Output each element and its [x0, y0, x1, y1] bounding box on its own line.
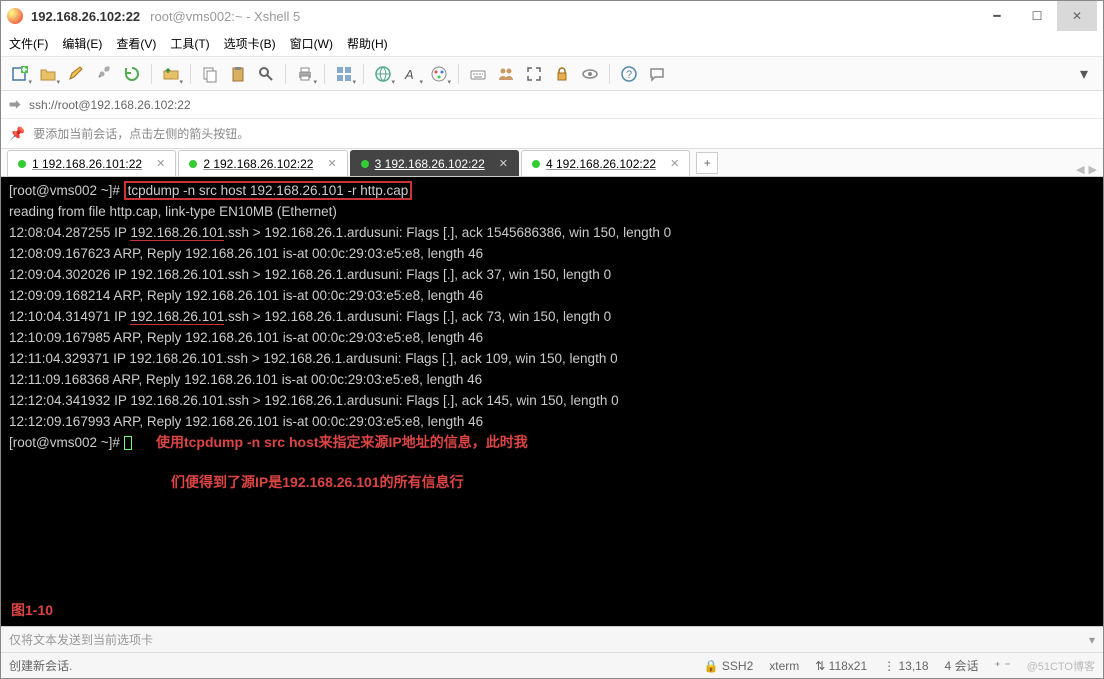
- new-session-button[interactable]: ▾: [7, 61, 33, 87]
- send-bar[interactable]: 仅将文本发送到当前选项卡 ▾: [1, 626, 1103, 652]
- terminal-line: 12:10:09.167985 ARP, Reply 192.168.26.10…: [9, 330, 483, 345]
- annotation-line-2: 们便得到了源IP是192.168.26.101的所有信息行: [171, 474, 464, 490]
- close-tab-icon[interactable]: ✕: [156, 157, 165, 170]
- hint-text: 要添加当前会话，点击左侧的箭头按钮。: [33, 125, 249, 142]
- minimize-button[interactable]: ━: [977, 1, 1017, 31]
- help-button[interactable]: ?: [616, 61, 642, 87]
- terminal-line: 12:11:09.168368 ARP, Reply 192.168.26.10…: [9, 372, 482, 387]
- app-logo-icon: [7, 8, 23, 24]
- cursor-icon: [124, 436, 132, 450]
- tab-label: 4 192.168.26.102:22: [546, 157, 656, 171]
- session-tab-3[interactable]: 3 192.168.26.102:22 ✕: [350, 150, 519, 176]
- annotation-line-1: 使用tcpdump -n src host来指定来源IP地址的信息，此时我: [156, 434, 528, 450]
- send-bar-dropdown-icon[interactable]: ▾: [1089, 633, 1095, 647]
- menu-help[interactable]: 帮助(H): [347, 35, 388, 52]
- status-pos: ⋮ 13,18: [883, 659, 928, 673]
- menu-file[interactable]: 文件(F): [9, 35, 48, 52]
- menu-tab[interactable]: 选项卡(B): [224, 35, 276, 52]
- prompt: [root@vms002 ~]#: [9, 435, 124, 450]
- search-button[interactable]: [253, 61, 279, 87]
- session-tab-2[interactable]: 2 192.168.26.102:22 ✕: [178, 150, 347, 176]
- transfer-button[interactable]: ▾: [158, 61, 184, 87]
- status-dot-icon: [361, 160, 369, 168]
- sessions-button[interactable]: [493, 61, 519, 87]
- terminal-line: 12:09:04.302026 IP 192.168.26.101.ssh > …: [9, 267, 611, 282]
- tab-label: 3 192.168.26.102:22: [375, 157, 485, 171]
- hint-bar: 📌 要添加当前会话，点击左侧的箭头按钮。: [1, 119, 1103, 149]
- terminal-line: 12:08:09.167623 ARP, Reply 192.168.26.10…: [9, 246, 483, 261]
- maximize-button[interactable]: ☐: [1017, 1, 1057, 31]
- reconnect-button[interactable]: [119, 61, 145, 87]
- session-tab-1[interactable]: 1 192.168.26.101:22 ✕: [7, 150, 176, 176]
- add-tab-button[interactable]: +: [696, 152, 718, 174]
- close-tab-icon[interactable]: ✕: [499, 157, 508, 170]
- menu-edit[interactable]: 编辑(E): [62, 35, 102, 52]
- underlined-ip: 192.168.26.101: [130, 225, 224, 241]
- status-message: 创建新会话.: [9, 657, 72, 674]
- window-title-ip: 192.168.26.102:22: [31, 9, 140, 24]
- paste-button[interactable]: [225, 61, 251, 87]
- menu-tools[interactable]: 工具(T): [170, 35, 209, 52]
- menu-view[interactable]: 查看(V): [116, 35, 156, 52]
- connect-button[interactable]: [91, 61, 117, 87]
- svg-text:A: A: [404, 67, 414, 82]
- keyboard-button[interactable]: [465, 61, 491, 87]
- print-button[interactable]: ▾: [292, 61, 318, 87]
- menu-bar: 文件(F) 编辑(E) 查看(V) 工具(T) 选项卡(B) 窗口(W) 帮助(…: [1, 31, 1103, 57]
- fullscreen-button[interactable]: [521, 61, 547, 87]
- command-highlight: tcpdump -n src host 192.168.26.101 -r ht…: [124, 181, 413, 200]
- terminal-line: 12:08:04.287255 IP 192.168.26.101.ssh > …: [9, 225, 671, 241]
- status-bar: 创建新会话. 🔒 SSH2 xterm ⇅ 118x21 ⋮ 13,18 4 会…: [1, 652, 1103, 678]
- watermark: @51CTO博客: [1027, 658, 1095, 674]
- pin-icon[interactable]: 📌: [9, 126, 25, 142]
- status-dot-icon: [532, 160, 540, 168]
- status-term: xterm: [769, 659, 799, 673]
- figure-label: 图1-10: [11, 601, 53, 620]
- color-button[interactable]: ▾: [426, 61, 452, 87]
- terminal-line: 12:12:09.167993 ARP, Reply 192.168.26.10…: [9, 414, 483, 429]
- status-dot-icon: [189, 160, 197, 168]
- close-tab-icon[interactable]: ✕: [670, 157, 679, 170]
- toolbar-overflow-button[interactable]: ▾: [1071, 61, 1097, 87]
- tab-label: 1 192.168.26.101:22: [32, 157, 142, 171]
- tab-label: 2 192.168.26.102:22: [203, 157, 313, 171]
- lock-button[interactable]: [549, 61, 575, 87]
- status-size: ⇅ 118x21: [815, 659, 867, 673]
- status-extra[interactable]: ⁺ ⁻: [995, 659, 1011, 673]
- copy-button[interactable]: [197, 61, 223, 87]
- status-dot-icon: [18, 160, 26, 168]
- terminal-line: 12:12:04.341932 IP 192.168.26.101.ssh > …: [9, 393, 619, 408]
- tile-button[interactable]: ▾: [331, 61, 357, 87]
- close-tab-icon[interactable]: ✕: [327, 157, 336, 170]
- status-ssh: 🔒 SSH2: [704, 659, 754, 673]
- underlined-ip: 192.168.26.101: [130, 309, 224, 325]
- status-sessions: 4 会话: [945, 657, 979, 674]
- menu-window[interactable]: 窗口(W): [290, 35, 333, 52]
- terminal-line: 12:11:04.329371 IP 192.168.26.101.ssh > …: [9, 351, 618, 366]
- window-subtitle: root@vms002:~ - Xshell 5: [150, 9, 300, 24]
- title-bar: 192.168.26.102:22 root@vms002:~ - Xshell…: [1, 1, 1103, 31]
- address-bar: ⮕ ssh://root@192.168.26.102:22: [1, 91, 1103, 119]
- svg-text:?: ?: [626, 69, 632, 81]
- tab-strip: 1 192.168.26.101:22 ✕ 2 192.168.26.102:2…: [1, 149, 1103, 177]
- terminal-pane[interactable]: [root@vms002 ~]# tcpdump -n src host 192…: [1, 177, 1103, 626]
- close-button[interactable]: ✕: [1057, 1, 1097, 31]
- font-button[interactable]: A▾: [398, 61, 424, 87]
- address-text[interactable]: ssh://root@192.168.26.102:22: [29, 98, 191, 112]
- edit-button[interactable]: [63, 61, 89, 87]
- encoding-button[interactable]: ▾: [370, 61, 396, 87]
- open-button[interactable]: ▾: [35, 61, 61, 87]
- highlight-button[interactable]: [577, 61, 603, 87]
- prompt: [root@vms002 ~]#: [9, 183, 124, 198]
- terminal-line: 12:09:09.168214 ARP, Reply 192.168.26.10…: [9, 288, 483, 303]
- terminal-line: reading from file http.cap, link-type EN…: [9, 204, 337, 219]
- session-tab-4[interactable]: 4 192.168.26.102:22 ✕: [521, 150, 690, 176]
- tab-prev-icon[interactable]: ◀: [1076, 163, 1084, 176]
- feedback-button[interactable]: [644, 61, 670, 87]
- tab-next-icon[interactable]: ▶: [1089, 163, 1097, 176]
- terminal-line: 12:10:04.314971 IP 192.168.26.101.ssh > …: [9, 309, 611, 325]
- address-arrow-icon[interactable]: ⮕: [9, 96, 21, 113]
- toolbar: ▾ ▾ ▾ ▾ ▾ ▾ A▾ ▾ ? ▾: [1, 57, 1103, 91]
- send-bar-text: 仅将文本发送到当前选项卡: [9, 631, 153, 648]
